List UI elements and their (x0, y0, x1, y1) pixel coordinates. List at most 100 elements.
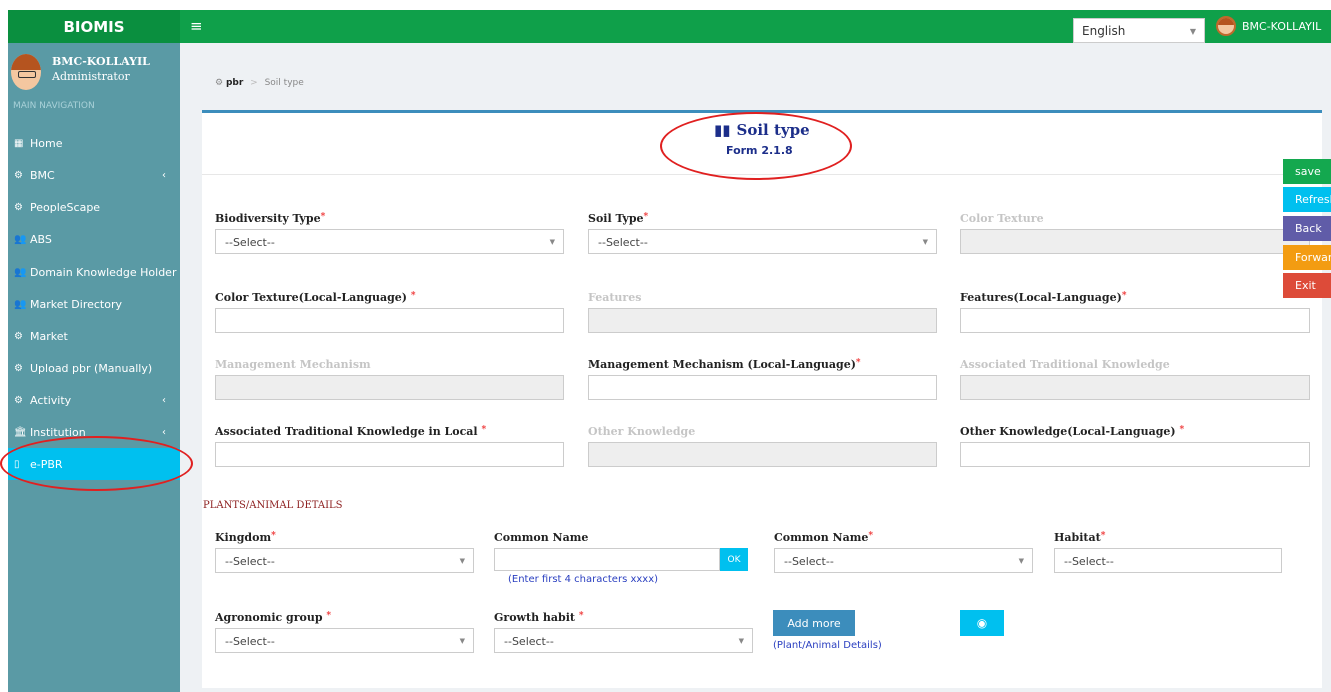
required-mark: * (320, 212, 326, 222)
required-mark: * (1179, 425, 1185, 435)
common-name-search-input[interactable] (494, 548, 720, 571)
gear-icon: ⚙ (14, 362, 23, 374)
chevron-down-icon: ▼ (1189, 27, 1196, 36)
chevron-down-icon: ▼ (459, 637, 465, 645)
sidebar-user-name: BMC-KOLLAYIL (52, 55, 150, 68)
refresh-button[interactable]: Refresh (1283, 187, 1331, 212)
gear-icon: ⚙ (215, 78, 224, 88)
users-icon: 👥 (14, 266, 27, 278)
sidebar-item-activity[interactable]: ⚙ Activity ‹ (8, 384, 180, 416)
common-name-search-label: Common Name (494, 531, 589, 544)
management-mechanism-local-field[interactable] (588, 375, 937, 400)
avatar (1216, 16, 1236, 36)
page-title-text: Soil type (736, 121, 810, 139)
add-more-hint: (Plant/Animal Details) (773, 640, 882, 651)
back-button[interactable]: Back (1283, 216, 1331, 241)
language-select[interactable]: English ▼ (1073, 18, 1205, 43)
soil-type-select[interactable]: --Select-- ▼ (588, 229, 937, 254)
common-name-label: Common Name* (774, 531, 873, 544)
assoc-trad-knowledge-label: Associated Traditional Knowledge (960, 358, 1170, 371)
ok-button[interactable]: OK (720, 548, 748, 571)
agronomic-group-select[interactable]: --Select-- ▼ (215, 628, 474, 653)
eye-icon: ◉ (976, 616, 988, 630)
view-details-button[interactable]: ◉ (960, 610, 1004, 636)
add-more-button[interactable]: Add more (773, 610, 855, 636)
sidebar-item-market[interactable]: ⚙ Market (8, 320, 180, 352)
gear-icon: ⚙ (14, 394, 23, 406)
chevron-left-icon: ‹ (162, 394, 166, 406)
sidebar-item-upload-pbr-manually[interactable]: ⚙ Upload pbr (Manually) (8, 352, 180, 384)
breadcrumb: ⚙ pbr > Soil type (215, 78, 304, 88)
app-logo[interactable]: BIOMIS (8, 10, 180, 43)
app-root: BIOMIS ≡ English ▼ BMC-KOLLAYIL BMC-KOLL… (0, 0, 1331, 692)
card-divider (202, 174, 1322, 175)
sidebar-item-abs[interactable]: 👥 ABS (8, 223, 180, 255)
habitat-label-text: Habitat (1054, 531, 1101, 544)
features-field (588, 308, 937, 333)
sidebar-item-bmc[interactable]: ⚙ BMC ‹ (8, 159, 180, 191)
breadcrumb-current: Soil type (264, 78, 304, 88)
gear-icon: ⚙ (14, 169, 23, 181)
chevron-down-icon: ▼ (738, 637, 744, 645)
avatar (11, 54, 41, 90)
institution-icon: 🏛 (14, 426, 27, 438)
form-number: Form 2.1.8 (726, 144, 793, 157)
growth-habit-label: Growth habit * (494, 611, 584, 624)
hamburger-icon[interactable]: ≡ (190, 17, 203, 35)
grid-icon: ▦ (14, 137, 24, 149)
sidebar-item-domain-knowledge-holder[interactable]: 👥 Domain Knowledge Holder (8, 256, 180, 288)
sidebar-item-peoplescape[interactable]: ⚙ PeopleScape (8, 191, 180, 223)
sidebar-item-institution[interactable]: 🏛 Institution ‹ (8, 416, 180, 448)
color-texture-local-field[interactable] (215, 308, 564, 333)
habitat-select[interactable]: --Select-- (1054, 548, 1282, 573)
common-name-label-text: Common Name (774, 531, 869, 544)
sidebar-item-e-pbr[interactable]: ▯ e-PBR (8, 448, 180, 480)
users-icon: 👥 (14, 233, 27, 245)
section-title-plants: PLANTS/ANIMAL DETAILS (203, 500, 343, 511)
color-texture-local-label: Color Texture(Local-Language) * (215, 291, 416, 304)
features-label: Features (588, 291, 642, 304)
sidebar-item-home[interactable]: ▦ Home (8, 127, 180, 159)
sidebar-item-market-directory[interactable]: 👥 Market Directory (8, 288, 180, 320)
sidebar: BMC-KOLLAYIL Administrator MAIN NAVIGATI… (8, 43, 180, 692)
biodiversity-type-select[interactable]: --Select-- ▼ (215, 229, 564, 254)
chevron-down-icon: ▼ (549, 238, 555, 246)
select-placeholder: --Select-- (225, 635, 275, 648)
management-mechanism-label: Management Mechanism (215, 358, 371, 371)
select-placeholder: --Select-- (504, 635, 554, 648)
kingdom-label: Kingdom* (215, 531, 276, 544)
features-local-field[interactable] (960, 308, 1310, 333)
assoc-trad-knowledge-local-field[interactable] (215, 442, 564, 467)
color-texture-label: Color Texture (960, 212, 1044, 225)
required-mark: * (326, 611, 332, 621)
assoc-trad-knowledge-field (960, 375, 1310, 400)
agronomic-group-label-text: Agronomic group (215, 611, 323, 624)
sidebar-item-label: Market (30, 329, 68, 343)
forward-button[interactable]: Forward (1283, 245, 1331, 270)
save-button[interactable]: save (1283, 159, 1331, 184)
breadcrumb-root[interactable]: pbr (226, 78, 243, 88)
sidebar-item-label: Upload pbr (Manually) (30, 361, 153, 375)
chevron-down-icon: ▼ (459, 557, 465, 565)
required-mark: * (868, 531, 874, 541)
user-menu[interactable]: BMC-KOLLAYIL (1216, 16, 1321, 36)
exit-button[interactable]: Exit (1283, 273, 1331, 298)
kingdom-select[interactable]: --Select-- ▼ (215, 548, 474, 573)
sidebar-item-label: Activity (30, 393, 72, 407)
other-knowledge-local-label-text: Other Knowledge(Local-Language) (960, 425, 1176, 438)
sidebar-user-panel: BMC-KOLLAYIL Administrator (8, 43, 180, 95)
required-mark: * (643, 212, 649, 222)
features-local-label-text: Features(Local-Language) (960, 291, 1122, 304)
features-local-label: Features(Local-Language)* (960, 291, 1127, 304)
growth-habit-select[interactable]: --Select-- ▼ (494, 628, 753, 653)
common-name-select[interactable]: --Select-- ▼ (774, 548, 1033, 573)
assoc-trad-knowledge-local-label-text: Associated Traditional Knowledge in Loca… (215, 425, 478, 438)
other-knowledge-local-field[interactable] (960, 442, 1310, 467)
required-mark: * (481, 425, 487, 435)
other-knowledge-field (588, 442, 937, 467)
select-placeholder: --Select-- (225, 236, 275, 249)
chevron-left-icon: ‹ (162, 169, 166, 181)
page-title: ▮▮ Soil type (714, 121, 810, 139)
sidebar-item-label: Domain Knowledge Holder (30, 265, 177, 279)
agronomic-group-label: Agronomic group * (215, 611, 331, 624)
